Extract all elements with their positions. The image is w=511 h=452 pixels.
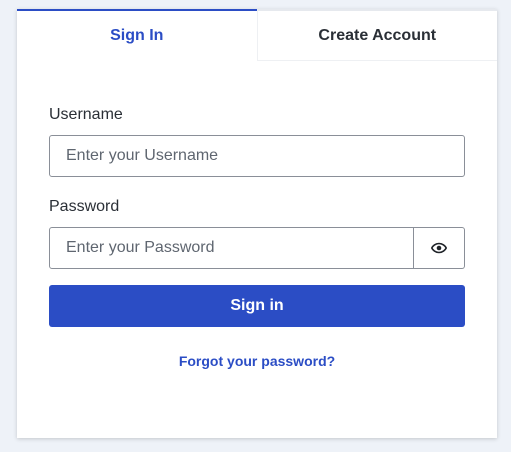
show-password-button[interactable] <box>414 227 465 269</box>
password-group: Password <box>49 197 465 269</box>
username-field-wrapper <box>49 135 465 177</box>
password-label: Password <box>49 198 120 215</box>
password-field-wrapper <box>49 227 465 269</box>
auth-card: Sign In Create Account Username Password <box>17 9 497 438</box>
username-group: Username <box>49 105 465 177</box>
sign-in-form: Username Password Sign in Forgot you <box>49 105 465 369</box>
forgot-password-link[interactable]: Forgot your password? <box>49 353 465 369</box>
password-field <box>49 227 414 269</box>
password-input[interactable] <box>50 228 413 268</box>
tab-create-account[interactable]: Create Account <box>256 9 497 61</box>
username-input[interactable] <box>50 136 464 176</box>
eye-icon <box>431 242 447 254</box>
username-label: Username <box>49 106 123 123</box>
tab-sign-in[interactable]: Sign In <box>17 9 257 61</box>
sign-in-button[interactable]: Sign in <box>49 285 465 327</box>
auth-tabs: Sign In Create Account <box>17 9 497 61</box>
